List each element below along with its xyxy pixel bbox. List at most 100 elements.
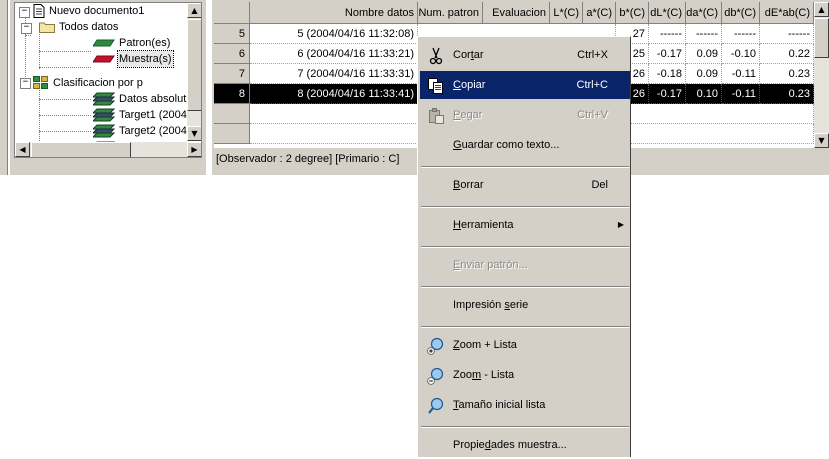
cell-dl[interactable]: -0.17: [649, 44, 686, 64]
row-number[interactable]: [214, 124, 250, 144]
swatch-stack-icon: [93, 92, 115, 106]
scroll-up-icon[interactable]: ▲: [187, 3, 201, 18]
menu-item-label: Enviar patrón...: [453, 259, 528, 271]
tree-node-label: Datos absolut: [119, 93, 187, 105]
cell-dl[interactable]: -0.17: [649, 84, 686, 104]
scroll-right-icon[interactable]: ▶: [187, 142, 201, 157]
tree-connector: [39, 67, 91, 68]
column-header[interactable]: dE*ab(C): [760, 2, 814, 24]
menu-item-label: Herramienta: [453, 219, 514, 231]
column-header[interactable]: db*(C): [722, 2, 760, 24]
scroll-up-icon[interactable]: ▲: [814, 2, 829, 17]
menu-separator: [421, 426, 629, 428]
scroll-thumb[interactable]: [814, 18, 829, 58]
tree-node-target2[interactable]: Target2 (2004: [15, 123, 190, 139]
column-header[interactable]: L*(C): [550, 2, 583, 24]
column-header[interactable]: Evaluacion: [483, 2, 550, 24]
collapse-icon[interactable]: −: [21, 23, 32, 34]
menu-item-zoom-in-list[interactable]: Zoom + Lista: [420, 331, 630, 359]
menu-separator: [421, 246, 629, 248]
cell-db[interactable]: -0.10: [722, 44, 760, 64]
row-number[interactable]: 8: [214, 84, 250, 104]
scroll-thumb[interactable]: [31, 142, 131, 157]
menu-item-copy[interactable]: Copiar Ctrl+C: [420, 71, 630, 99]
window-edge: [0, 0, 8, 175]
cell-db[interactable]: -0.11: [722, 64, 760, 84]
column-header[interactable]: Num. patron: [418, 2, 483, 24]
menu-item-label: Pegar: [453, 109, 483, 121]
tree-node-label: Todos datos: [59, 21, 119, 33]
row-number[interactable]: 5: [214, 24, 250, 44]
scroll-left-icon[interactable]: ◀: [15, 142, 30, 157]
cell-da[interactable]: 0.09: [686, 44, 722, 64]
cell-dl[interactable]: -0.18: [649, 64, 686, 84]
green-swatch-icon: [93, 39, 115, 47]
column-header[interactable]: da*(C): [686, 2, 722, 24]
column-header[interactable]: dL*(C): [649, 2, 686, 24]
data-tree[interactable]: − Nuevo documento1 − Todos datos Patron(…: [14, 2, 202, 158]
menu-separator: [421, 166, 629, 168]
tree-node-all-data[interactable]: − Todos datos: [15, 19, 190, 35]
column-header[interactable]: a*(C): [583, 2, 616, 24]
cell-de[interactable]: 0.22: [760, 44, 814, 64]
paste-icon: [429, 108, 444, 124]
tree-node-target1[interactable]: Target1 (2004: [15, 107, 190, 123]
menu-item-label: Tamaño inicial lista: [453, 399, 546, 411]
menu-item-label: Propiedades muestra...: [453, 439, 567, 451]
row-number[interactable]: 7: [214, 64, 250, 84]
scroll-thumb[interactable]: [187, 19, 201, 111]
scroll-down-icon[interactable]: ▼: [187, 126, 201, 141]
menu-separator: [421, 286, 629, 288]
cell-de[interactable]: 0.23: [760, 64, 814, 84]
row-number[interactable]: [214, 104, 250, 124]
document-icon: [33, 4, 45, 18]
classification-icon: [33, 76, 48, 89]
grid-vertical-scrollbar[interactable]: ▲ ▼: [814, 2, 829, 148]
cell-da[interactable]: 0.09: [686, 64, 722, 84]
shortcut-label: Ctrl+V: [577, 109, 608, 121]
cell-name[interactable]: 8 (2004/04/16 11:33:41): [250, 84, 418, 104]
row-number[interactable]: 6: [214, 44, 250, 64]
tree-node-label: Patron(es): [119, 37, 171, 49]
tree-node-label: Target1 (2004: [119, 109, 187, 121]
menu-item-initial-size[interactable]: Tamaño inicial lista: [420, 391, 630, 419]
menu-item-cut[interactable]: Cortar Ctrl+X: [420, 41, 630, 69]
tree-node-absolute-data[interactable]: Datos absolut: [15, 91, 190, 107]
menu-item-delete[interactable]: Borrar Del: [420, 171, 630, 199]
menu-item-sample-properties[interactable]: Propiedades muestra...: [420, 431, 630, 459]
menu-item-label: Zoom + Lista: [453, 339, 517, 351]
tree-node-document[interactable]: − Nuevo documento1: [15, 3, 190, 19]
cell-name[interactable]: 5 (2004/04/16 11:32:08): [250, 24, 418, 44]
menu-item-save-as-text[interactable]: Guardar como texto...: [420, 131, 630, 159]
menu-item-label: Borrar: [453, 179, 484, 191]
cell-de[interactable]: ------: [760, 24, 814, 44]
cell-name[interactable]: 6 (2004/04/16 11:33:21): [250, 44, 418, 64]
menu-item-label: Guardar como texto...: [453, 139, 560, 151]
column-header[interactable]: b*(C): [616, 2, 649, 24]
tree-node-label: Clasificacion por p: [53, 77, 143, 89]
menu-item-tool[interactable]: Herramienta ▶: [420, 211, 630, 239]
context-menu[interactable]: Cortar Ctrl+X Copiar Ctrl+C Pegar Ctrl+V…: [417, 36, 631, 457]
tree-node-patterns[interactable]: Patron(es): [15, 35, 190, 51]
cell-da[interactable]: ------: [686, 24, 722, 44]
cell-da[interactable]: 0.10: [686, 84, 722, 104]
tree-vertical-scrollbar[interactable]: ▲ ▼: [187, 3, 201, 141]
column-header[interactable]: Nombre datos: [250, 2, 418, 24]
shortcut-label: Del: [591, 179, 608, 191]
menu-item-zoom-out-list[interactable]: Zoom - Lista: [420, 361, 630, 389]
zoom-out-icon: [427, 367, 444, 385]
tree-horizontal-scrollbar[interactable]: ◀ ▶: [15, 142, 201, 157]
collapse-icon[interactable]: −: [19, 7, 30, 18]
cell-db[interactable]: -0.11: [722, 84, 760, 104]
cell-db[interactable]: ------: [722, 24, 760, 44]
menu-item-send-pattern: Enviar patrón...: [420, 251, 630, 279]
tree-node-classification[interactable]: − Clasificacion por p: [15, 75, 190, 91]
cell-dl[interactable]: ------: [649, 24, 686, 44]
collapse-icon[interactable]: −: [20, 78, 31, 89]
menu-item-print-series[interactable]: Impresión serie: [420, 291, 630, 319]
cell-name[interactable]: 7 (2004/04/16 11:33:31): [250, 64, 418, 84]
tree-node-samples[interactable]: Muestra(s): [15, 50, 190, 68]
magnifier-icon: [428, 397, 444, 414]
scroll-down-icon[interactable]: ▼: [814, 133, 829, 148]
cell-de[interactable]: 0.23: [760, 84, 814, 104]
